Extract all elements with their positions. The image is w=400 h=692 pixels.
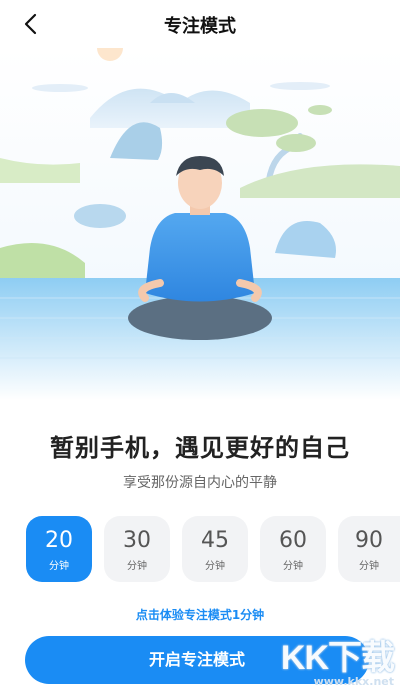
watermark-logo: KK下载 — [280, 639, 395, 677]
duration-value: 90 — [355, 528, 383, 553]
hero-subline: 享受那份源自内心的平静 — [123, 475, 277, 491]
duration-selector: 20 分钟 30 分钟 45 分钟 60 分钟 90 分钟 — [26, 516, 400, 582]
meditation-illustration — [0, 48, 400, 400]
duration-value: 20 — [45, 528, 73, 553]
duration-value: 60 — [279, 528, 307, 553]
duration-unit: 分钟 — [49, 561, 69, 572]
duration-value: 30 — [123, 528, 151, 553]
trial-link[interactable]: 点击体验专注模式1分钟 — [0, 606, 400, 623]
top-bar: 专注模式 — [0, 0, 400, 48]
duration-option-20[interactable]: 20 分钟 — [26, 516, 92, 582]
focus-mode-screen: 专注模式 暂别手机，遇见更好的自己 享受那份源自内心的平静 20 分钟 30 分… — [0, 0, 400, 692]
page-title: 专注模式 — [164, 16, 236, 37]
site-watermark: KK下载 www.kkx.net — [280, 630, 395, 688]
duration-unit: 分钟 — [127, 561, 147, 572]
duration-option-90[interactable]: 90 分钟 — [338, 516, 400, 582]
duration-option-30[interactable]: 30 分钟 — [104, 516, 170, 582]
hero-headline: 暂别手机，遇见更好的自己 — [50, 434, 350, 462]
duration-option-60[interactable]: 60 分钟 — [260, 516, 326, 582]
duration-option-45[interactable]: 45 分钟 — [182, 516, 248, 582]
duration-unit: 分钟 — [359, 561, 379, 572]
duration-value: 45 — [201, 528, 229, 553]
duration-unit: 分钟 — [283, 561, 303, 572]
duration-unit: 分钟 — [205, 561, 225, 572]
